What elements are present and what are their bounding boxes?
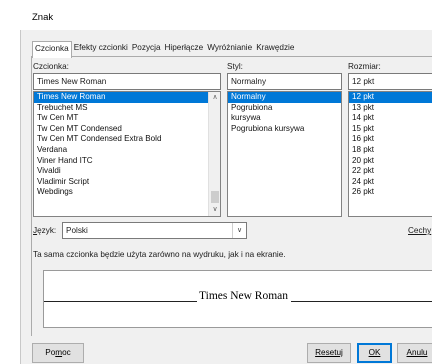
font-list-item[interactable]: Times New Roman [34,92,220,103]
size-list-item[interactable]: 22 pkt [349,166,432,177]
size-list-item[interactable]: 13 pkt [349,103,432,114]
tab-krawedzie[interactable]: Krawędzie [254,41,297,57]
ok-button[interactable]: OK [357,343,392,363]
preview-text: Times New Roman [199,290,289,302]
font-list-item[interactable]: Trebuchet MS [34,103,220,114]
size-list-item[interactable]: 14 pkt [349,113,432,124]
language-value: Polski [66,226,88,235]
font-input[interactable]: Times New Roman [33,73,221,90]
tab-wyroznianie[interactable]: Wyróżnianie [205,41,255,57]
title-bar-background [20,0,432,30]
font-label: Czcionka: [33,62,69,71]
style-list-item[interactable]: Pogrubiona [228,103,341,114]
font-list-item[interactable]: Vivaldi [34,166,220,177]
size-list-item[interactable]: 16 pkt [349,134,432,145]
tab-pozycja[interactable]: Pozycja [129,41,163,57]
language-label: Język: [33,226,57,235]
preview-line-right [291,301,432,302]
cancel-button[interactable]: Anulu [397,343,432,363]
font-list-item[interactable]: Tw Cen MT [34,113,220,124]
features-button[interactable]: Cechy [408,226,431,235]
font-list-item[interactable]: Webdings [34,187,220,198]
help-button[interactable]: Pomoc [32,343,84,363]
font-list-item[interactable]: Tw Cen MT Condensed Extra Bold [34,134,220,145]
size-list-item[interactable]: 15 pkt [349,124,432,135]
language-dropdown[interactable]: Polski ∨ [62,222,247,239]
size-list-item[interactable]: 12 pkt [349,92,432,103]
style-input[interactable]: Normalny [227,73,342,90]
size-list-item[interactable]: 18 pkt [349,145,432,156]
font-list-item[interactable]: Tw Cen MT Condensed [34,124,220,135]
scroll-down-icon[interactable]: ∨ [209,204,220,216]
preview-line-left [44,301,197,302]
tab-strip: Czcionka Efekty czcionki Pozycja Hiperłą… [32,41,297,58]
font-list-item[interactable]: Vladimir Script [34,177,220,188]
style-list-item[interactable]: Pogrubiona kursywa [228,124,341,135]
reset-button[interactable]: Resetuj [307,343,351,363]
font-list[interactable]: Times New Roman Trebuchet MS Tw Cen MT Tw C… [33,91,221,217]
tab-hiperlacze[interactable]: Hiperłącze [162,41,206,57]
font-preview: Times New Roman [43,270,432,328]
size-label: Rozmiar: [348,62,381,71]
tab-efekty-czcionki[interactable]: Efekty czcionki [71,41,130,57]
style-list[interactable]: Normalny Pogrubiona kursywa Pogrubiona kurs… [227,91,342,217]
tab-czcionka[interactable]: Czcionka [32,41,72,58]
info-text: Ta sama czcionka będzie użyta zarówno na… [33,250,286,259]
size-list[interactable]: 12 pkt 13 pkt 14 pkt 15 pkt 16 pkt 18 pkt 20 p… [348,91,432,217]
font-list-item[interactable]: Verdana [34,145,220,156]
style-list-item[interactable]: Normalny [228,92,341,103]
font-list-item[interactable]: Viner Hand ITC [34,156,220,167]
size-list-item[interactable]: 20 pkt [349,156,432,167]
scroll-thumb[interactable] [211,191,219,203]
style-label: Styl: [227,62,243,71]
dialog-title: Znak [32,12,54,23]
scroll-up-icon[interactable]: ∧ [209,92,220,104]
size-list-item[interactable]: 24 pkt [349,177,432,188]
size-list-item[interactable]: 26 pkt [349,187,432,198]
chevron-down-icon[interactable]: ∨ [232,223,246,238]
size-input[interactable]: 12 pkt [348,73,432,90]
style-list-item[interactable]: kursywa [228,113,341,124]
font-list-scrollbar[interactable]: ∧ ∨ [208,92,220,216]
